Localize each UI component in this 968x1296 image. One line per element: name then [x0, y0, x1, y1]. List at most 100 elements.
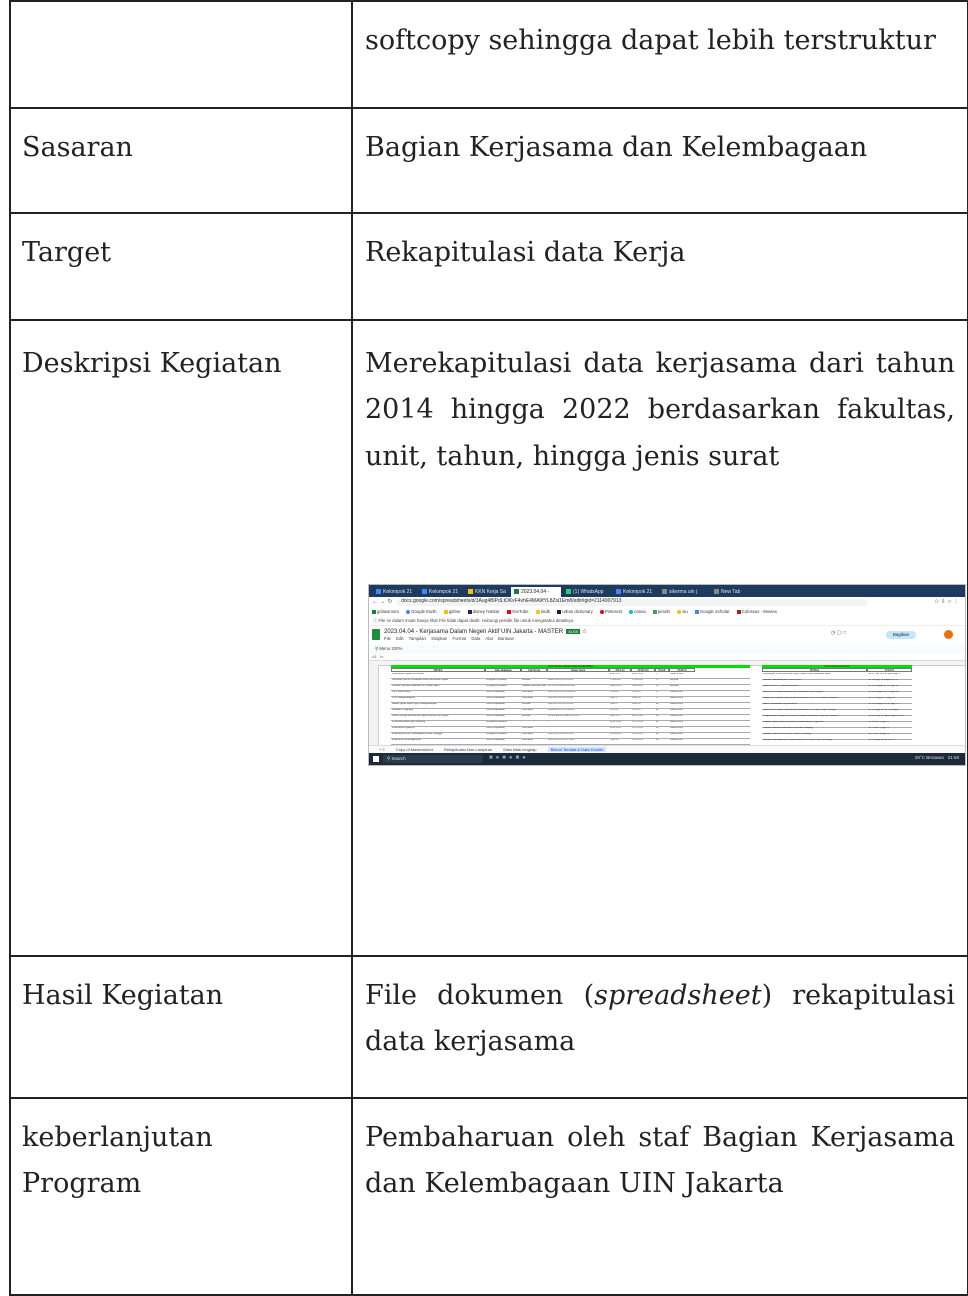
grid-cell[interactable]: IAIN Sunan Bonjol: [392, 691, 484, 693]
browser-tab[interactable]: KKN Kerja Sa: [465, 587, 509, 597]
grid-cell[interactable]: Fakultas Ushuluddin dan Dakwah Bone: [763, 679, 866, 681]
grid-cell[interactable]: No 70 dan 71 page 23: [868, 727, 911, 729]
grid-cell[interactable]: Sudah selesai: [670, 727, 694, 729]
grid-cell[interactable]: Perjanjian Kerjasama: [486, 733, 520, 735]
grid-cell[interactable]: B-2642/R/OT.01.6/IX/2016: [548, 709, 608, 711]
formula-bar[interactable]: A1 fx: [369, 654, 965, 662]
grid-cell[interactable]: No 304 Page 83 sama dengan No 305: [868, 715, 911, 717]
grid-cell[interactable]: 01/01/2014: [610, 721, 630, 723]
grid-cell[interactable]: 31/12/2019: [632, 727, 654, 729]
grid-cell[interactable]: 21/03/2016: [610, 733, 630, 735]
grid-cell[interactable]: Nota Kesepahaman: [486, 727, 520, 729]
grid-cell[interactable]: Fakultas Adab dan Humaniora: [522, 685, 546, 687]
menu-item[interactable]: Sisipkan: [431, 636, 447, 641]
grid-cell[interactable]: Kabupaten Tangerang: [392, 709, 484, 711]
grid-cell[interactable]: Perjanjian Kerjasama: [486, 685, 520, 687]
grid-cell[interactable]: 13: [656, 679, 668, 681]
grid-cell[interactable]: 25/01/16: [610, 739, 630, 741]
bookmark[interactable]: YouTube: [506, 609, 529, 615]
grid-cell[interactable]: B-7803/Kw.09.2/HM.01/05/2017: [548, 715, 608, 717]
grid-cell[interactable]: Sudah selesai: [670, 733, 694, 735]
history-icon[interactable]: ◷ ▢ □: [831, 631, 846, 636]
grid-cell[interactable]: 49: [656, 739, 668, 741]
grid-cell[interactable]: Sudah selesai: [670, 703, 694, 705]
document-title[interactable]: 2023.04.04 - Kerjasama Dalam Negeri Akti…: [384, 629, 587, 635]
grid-cell[interactable]: 06/07/2020: [632, 715, 654, 717]
browser-tab[interactable]: Kelompok 21: [373, 587, 417, 597]
grid-cell[interactable]: Fakultas Adab dan Humaniora UIN Sunan Am…: [392, 685, 484, 687]
grid-cell[interactable]: Un.01/R/OT.01.6/128/2017: [548, 703, 608, 705]
grid-cell[interactable]: Universitas: [522, 709, 546, 711]
bookmark[interactable]: viu: [677, 609, 688, 615]
grid-cell[interactable]: 30/01/17: [610, 703, 630, 705]
bookmark[interactable]: Colossus - Movies: [736, 609, 777, 615]
grid-cell[interactable]: 27/09/2022: [610, 679, 630, 681]
grid-cell[interactable]: Berjalan: [670, 685, 694, 687]
share-button[interactable]: Bagikan: [886, 631, 916, 640]
grid-cell[interactable]: 46: [656, 709, 668, 711]
sheets-logo-icon[interactable]: [372, 629, 380, 641]
grid-cell[interactable]: B-4965/R/OT.01.6/9/2022: [548, 679, 608, 681]
menu-item[interactable]: Data: [471, 636, 480, 641]
grid-cell[interactable]: -: [548, 727, 608, 729]
grid-cell[interactable]: Sudah selesai: [670, 673, 694, 675]
grid-cell[interactable]: 10/10/19: [632, 691, 654, 693]
grid-cell[interactable]: No 169 dengan No 172 page 44: [868, 691, 911, 693]
browser-tab[interactable]: New Tab: [711, 587, 755, 597]
browser-tab[interactable]: Kelompok 21: [419, 587, 463, 597]
menu-item[interactable]: Edit: [396, 636, 403, 641]
grid-cell[interactable]: Jurusan KPI UIN Alauddin Makassar: [763, 685, 866, 687]
grid-cell[interactable]: -: [548, 721, 608, 723]
grid-cell[interactable]: No 161 dengan No 162 page 42: [868, 685, 911, 687]
spreadsheet-grid[interactable]: MOA DI SIS, TIDAK ADA DI SIKERMA DATA YA…: [369, 661, 965, 747]
grid-cell[interactable]: 46: [656, 715, 668, 717]
url-field[interactable]: docs.google.com/spreadsheets/d/1Aug4BlPd…: [397, 599, 867, 607]
grid-cell[interactable]: Fakultas Agama Islam Universitas Muhamma…: [763, 721, 866, 723]
bookmark[interactable]: urban dictionary: [557, 609, 593, 615]
grid-cell[interactable]: Nota Kesepahaman: [486, 703, 520, 705]
grid-cell[interactable]: 25/12/19: [632, 709, 654, 711]
grid-cell[interactable]: 31/12/2019: [632, 721, 654, 723]
grid-cell[interactable]: No 243 dengan No 247 page 70: [868, 703, 911, 705]
grid-cell[interactable]: Institut Agama Islam Negeri Padangsidimp…: [392, 703, 484, 705]
menu-item[interactable]: Format: [453, 636, 467, 641]
grid-cell[interactable]: Fakultas Ekonomi Universitas Trisakti Pa…: [763, 733, 866, 735]
grid-cell[interactable]: No 237 dan No 238 sama Page 67: [868, 673, 911, 675]
grid-cell[interactable]: Universitas: [522, 697, 546, 699]
sheet-tab[interactable]: Copy of Mastersheet: [396, 747, 433, 752]
bookmark[interactable]: Google Scholar: [694, 609, 730, 615]
grid-cell[interactable]: Universitas: [522, 733, 546, 735]
grid-cell[interactable]: Sudah selesai: [670, 709, 694, 711]
grid-cell[interactable]: Pascasarjana Universitas Islam Negeri Su…: [763, 673, 866, 675]
grid-cell[interactable]: Kementerian Desa, Pembangunan Daerah Ter…: [392, 733, 484, 735]
grid-cell[interactable]: Berjalan: [670, 679, 694, 681]
grid-cell[interactable]: Nota Kesepahaman: [486, 691, 520, 693]
grid-cell[interactable]: 01/01/2015: [610, 727, 630, 729]
browser-actions-icon[interactable]: ☆ ⇩ ○ ⋮: [934, 599, 959, 605]
grid-cell[interactable]: Kementerian Agama DKI Jakarta: [392, 673, 484, 675]
grid-cell[interactable]: 27/09/2026: [632, 679, 654, 681]
grid-cell[interactable]: Jurusan MD Fakultas Dakwah dan Komunikas…: [763, 697, 866, 699]
grid-cell[interactable]: 40: [656, 703, 668, 705]
grid-cell[interactable]: Nota Kesepahaman: [486, 697, 520, 699]
grid-cell[interactable]: Kantor Wilayah Kementerian Agama Provins…: [392, 715, 484, 717]
grid-cell[interactable]: 14/02/2020: [610, 685, 630, 687]
grid-cell[interactable]: No 165 page 44 No 376 dengan: [868, 709, 911, 711]
menu-item[interactable]: Alat: [485, 636, 492, 641]
browser-tab[interactable]: sikerma uin j: [659, 587, 709, 597]
grid-cell[interactable]: 14/02/2026: [632, 685, 654, 687]
taskbar-search[interactable]: ⚲ Search: [383, 755, 483, 764]
bookmark[interactable]: Pinterest: [600, 609, 622, 615]
grid-cell[interactable]: Un.01/R/OT.01.6/IX/2016: [548, 733, 608, 735]
browser-tab[interactable]: (1) WhatsApp: [563, 587, 611, 597]
grid-cell[interactable]: Program Studi Manajemen Dakwah Fakultas …: [763, 715, 866, 717]
menu-item[interactable]: File: [384, 636, 391, 641]
avatar[interactable]: [944, 630, 953, 640]
browser-tab[interactable]: Kelompok 21: [613, 587, 657, 597]
sheet-tab-active[interactable]: Belum Terdata & Data Double: [547, 747, 607, 753]
grid-cell[interactable]: No 73 dan 74 page 24: [868, 733, 911, 735]
grid-cell[interactable]: Jurusan MD Fakultas Dakwah dan Komunikas…: [763, 709, 866, 711]
grid-cell[interactable]: Ikatan Persaudaraan Haji Indonesia: [763, 703, 866, 705]
grid-cell[interactable]: Rektorat: [522, 715, 546, 717]
grid-cell[interactable]: No 172 dengan 173 page 44: [868, 697, 911, 699]
